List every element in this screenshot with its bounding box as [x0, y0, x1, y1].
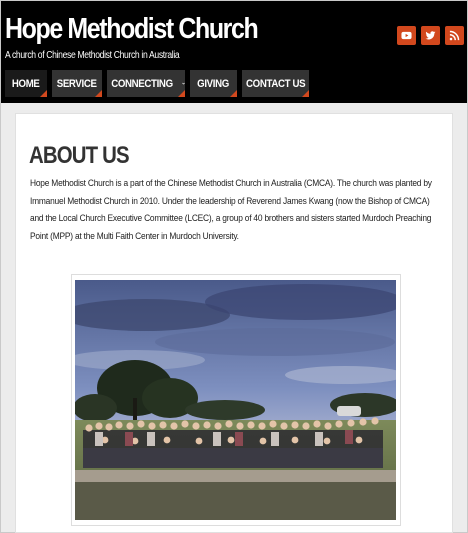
site-title[interactable]: Hope Methodist Church: [5, 15, 259, 44]
main-content: ABOUT US Hope Methodist Church is a part…: [15, 113, 453, 533]
nav-item-label: HOME: [12, 77, 40, 90]
group-photo: [75, 280, 396, 520]
youtube-icon: [401, 31, 412, 40]
site-header: Hope Methodist Church A church of Chines…: [1, 1, 467, 103]
page-title: ABOUT US: [29, 142, 130, 169]
group-photo-image: [75, 280, 396, 520]
nav-item-home[interactable]: HOME: [5, 70, 47, 97]
intro-paragraph: Hope Methodist Church is a part of the C…: [30, 178, 432, 242]
group-photo-frame: [71, 274, 401, 526]
nav-corner-accent: [302, 90, 309, 97]
nav-corner-accent: [178, 90, 185, 97]
nav-item-service[interactable]: SERVICE: [52, 70, 102, 97]
nav-corner-accent: [230, 90, 237, 97]
nav-corner-accent: [40, 90, 47, 97]
nav-item-label: SERVICE: [57, 77, 97, 90]
nav-item-label: CONNECTING: [111, 77, 173, 90]
nav-item-contact-us[interactable]: CONTACT US: [242, 70, 309, 97]
nav-item-connecting[interactable]: CONNECTING: [107, 70, 185, 97]
youtube-link[interactable]: [397, 26, 416, 45]
nav-item-giving[interactable]: GIVING: [190, 70, 237, 97]
twitter-icon: [425, 31, 436, 40]
rss-link[interactable]: [445, 26, 464, 45]
nav-item-label: GIVING: [197, 77, 230, 90]
chevron-down-icon: [182, 82, 185, 85]
rss-icon: [449, 30, 460, 41]
twitter-link[interactable]: [421, 26, 440, 45]
nav-item-label: CONTACT US: [245, 77, 306, 90]
nav-corner-accent: [95, 90, 102, 97]
site-tagline: A church of Chinese Methodist Church in …: [5, 50, 180, 61]
